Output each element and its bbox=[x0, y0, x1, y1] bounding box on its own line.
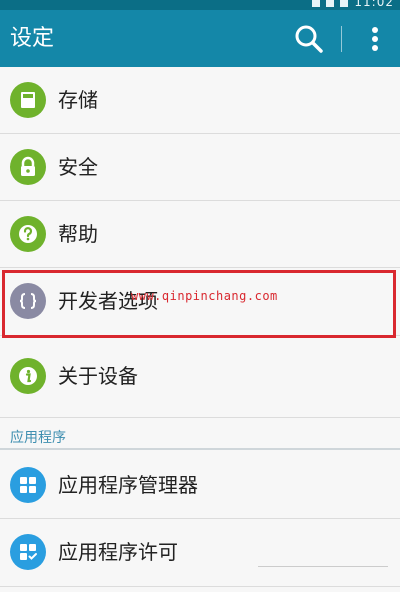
settings-item-application-permission[interactable]: 应用程序许可 bbox=[0, 519, 400, 587]
status-bar: 11:02 bbox=[0, 0, 400, 10]
developer-braces-icon bbox=[10, 283, 46, 319]
status-time: 11:02 bbox=[354, 0, 394, 9]
section-title: 应用程序 bbox=[10, 430, 66, 446]
settings-item-label: 帮助 bbox=[58, 222, 98, 246]
divider-line bbox=[258, 566, 388, 567]
settings-item-help[interactable]: 帮助 bbox=[0, 201, 400, 268]
settings-item-application-manager[interactable]: 应用程序管理器 bbox=[0, 452, 400, 519]
settings-item-label: 应用程序许可 bbox=[58, 540, 178, 564]
settings-item-label: 安全 bbox=[58, 155, 98, 179]
status-icons: 11:02 bbox=[312, 0, 394, 9]
settings-item-security[interactable]: 安全 bbox=[0, 134, 400, 201]
app-permission-icon bbox=[10, 534, 46, 570]
notification-icon bbox=[312, 0, 321, 7]
battery-icon bbox=[340, 0, 349, 7]
action-bar: 设定 bbox=[0, 10, 400, 67]
settings-item-label: 应用程序管理器 bbox=[58, 473, 198, 497]
more-vert-icon bbox=[372, 27, 378, 51]
section-header-apps: 应用程序 bbox=[0, 418, 400, 450]
action-divider bbox=[341, 26, 342, 52]
search-button[interactable] bbox=[292, 22, 326, 56]
signal-icon bbox=[326, 0, 335, 7]
search-icon bbox=[295, 25, 323, 53]
apps-grid-icon bbox=[10, 467, 46, 503]
more-options-button[interactable] bbox=[358, 22, 392, 56]
storage-icon bbox=[10, 82, 46, 118]
settings-item-storage[interactable]: 存储 bbox=[0, 67, 400, 134]
lock-icon bbox=[10, 149, 46, 185]
page-title: 设定 bbox=[10, 26, 55, 51]
settings-item-label: 存储 bbox=[58, 88, 98, 112]
settings-item-label: 关于设备 bbox=[58, 364, 138, 388]
watermark-text: www.qinpinchang.com bbox=[131, 289, 278, 303]
help-icon bbox=[10, 216, 46, 252]
info-icon bbox=[10, 358, 46, 394]
settings-item-about-device[interactable]: 关于设备 bbox=[0, 336, 400, 418]
